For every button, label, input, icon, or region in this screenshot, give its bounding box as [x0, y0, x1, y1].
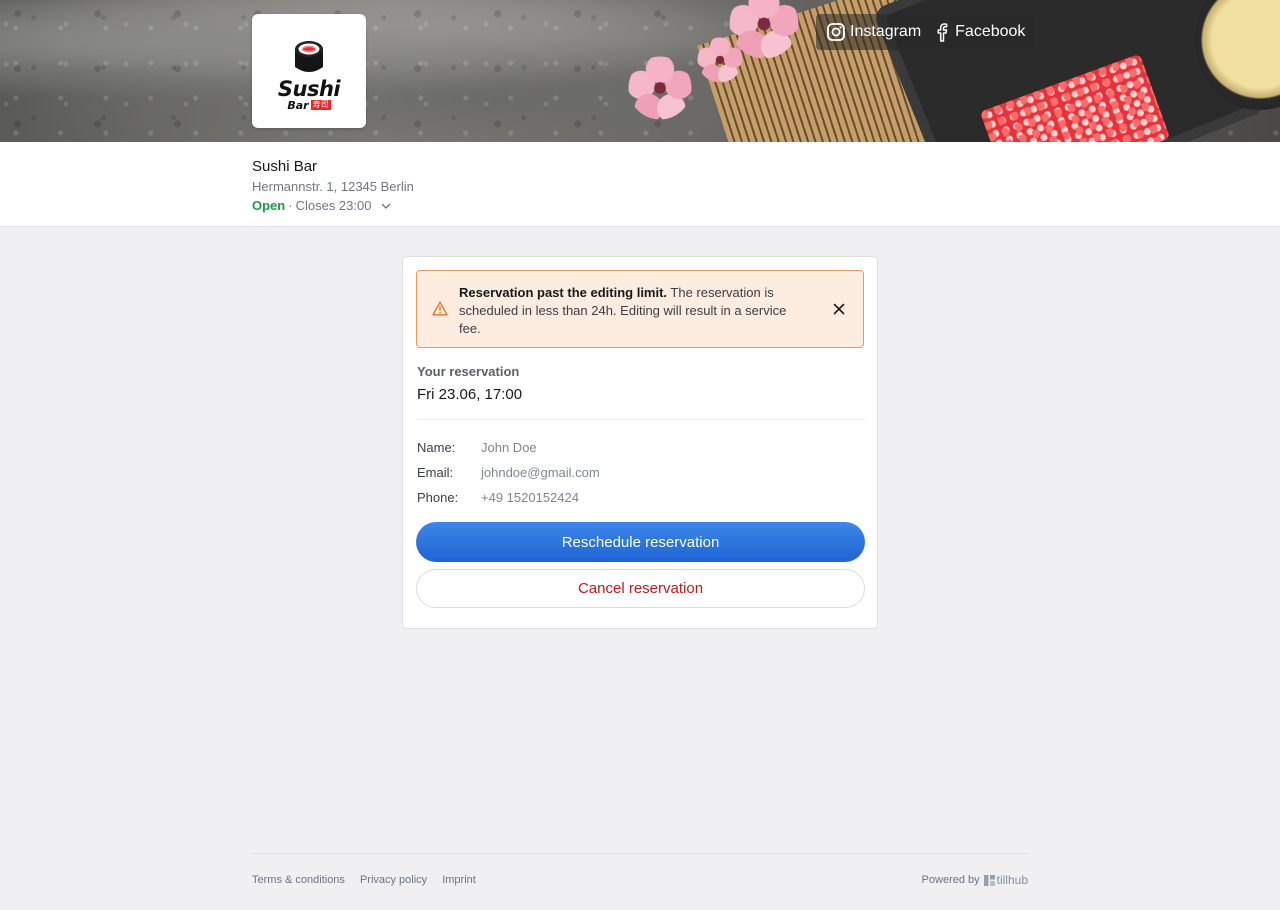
- detail-row-email: Email: johndoe@gmail.com: [417, 460, 600, 485]
- reservation-label: Your reservation: [417, 364, 520, 379]
- reservation-datetime: Fri 23.06, 17:00: [417, 386, 523, 403]
- warning-icon: [432, 301, 448, 316]
- cancel-reservation-button[interactable]: Cancel reservation: [416, 569, 865, 608]
- facebook-link[interactable]: Facebook: [933, 22, 1025, 42]
- phone-value: +49 1520152424: [481, 490, 579, 505]
- email-label: Email:: [417, 465, 454, 480]
- detail-row-phone: Phone: +49 1520152424: [417, 485, 600, 510]
- facebook-label: Facebook: [955, 23, 1026, 40]
- email-value: johndoe@gmail.com: [481, 465, 600, 480]
- hours-separator: ·: [288, 198, 293, 213]
- alert-close-button[interactable]: [829, 299, 849, 319]
- tillhub-wordmark: tillhub: [996, 873, 1028, 887]
- imprint-link[interactable]: Imprint: [442, 874, 476, 886]
- tillhub-logo[interactable]: tillhub: [983, 873, 1028, 887]
- chevron-down-icon: [382, 203, 391, 209]
- venue-name: Sushi Bar: [252, 158, 318, 175]
- logo-wordmark: Sushi: [277, 76, 341, 101]
- venue-logo: Sushi Bar 寿司: [252, 14, 366, 128]
- closing-time: Closes 23:00: [295, 198, 372, 213]
- cherry-blossom-image: [697, 37, 743, 83]
- name-value: John Doe: [481, 440, 537, 455]
- guest-details: Name: John Doe Email: johndoe@gmail.com …: [417, 435, 600, 510]
- terms-link[interactable]: Terms & conditions: [252, 874, 345, 886]
- close-icon: [833, 303, 845, 315]
- reservation-card: Reservation past the editing limit. The …: [402, 256, 878, 629]
- logo-bar-text: Bar: [287, 98, 309, 112]
- cherry-blossom-image: [628, 56, 692, 120]
- instagram-label: Instagram: [850, 23, 922, 40]
- open-status: Open: [252, 198, 286, 213]
- footer-divider: [252, 853, 1028, 854]
- alert-title: Reservation past the editing limit.: [459, 285, 668, 300]
- facebook-icon: [937, 23, 948, 42]
- instagram-icon: [827, 23, 845, 41]
- footer-links: Terms & conditions Privacy policy Imprin…: [252, 874, 476, 886]
- alert-message: Reservation past the editing limit. The …: [459, 284, 809, 338]
- sushi-roll-icon: [295, 40, 323, 72]
- reschedule-reservation-button[interactable]: Reschedule reservation: [416, 522, 865, 562]
- instagram-link[interactable]: Instagram: [826, 22, 921, 42]
- venue-address: Hermannstr. 1, 12345 Berlin: [252, 179, 414, 194]
- tillhub-icon: [983, 874, 995, 886]
- logo-subline: Bar 寿司: [287, 98, 331, 112]
- privacy-policy-link[interactable]: Privacy policy: [360, 874, 427, 886]
- phone-label: Phone:: [417, 490, 459, 505]
- social-links: Instagram Facebook: [816, 14, 1036, 50]
- powered-by: Powered by tillhub: [922, 873, 1028, 887]
- opening-hours: Open · Closes 23:00: [252, 198, 414, 214]
- logo-kanji-badge: 寿司: [310, 100, 331, 110]
- detail-row-name: Name: John Doe: [417, 435, 600, 460]
- name-label: Name:: [417, 440, 456, 455]
- editing-limit-alert: Reservation past the editing limit. The …: [416, 270, 864, 348]
- venue-info-bar: Sushi Bar Hermannstr. 1, 12345 Berlin Op…: [0, 142, 1280, 227]
- hero-banner: Sushi Bar 寿司 Instagram Facebook: [0, 0, 1280, 142]
- venue-details: Sushi Bar Hermannstr. 1, 12345 Berlin Op…: [252, 158, 414, 214]
- hours-expand-toggle[interactable]: [380, 200, 392, 212]
- powered-by-label: Powered by: [921, 874, 980, 886]
- divider: [417, 419, 865, 420]
